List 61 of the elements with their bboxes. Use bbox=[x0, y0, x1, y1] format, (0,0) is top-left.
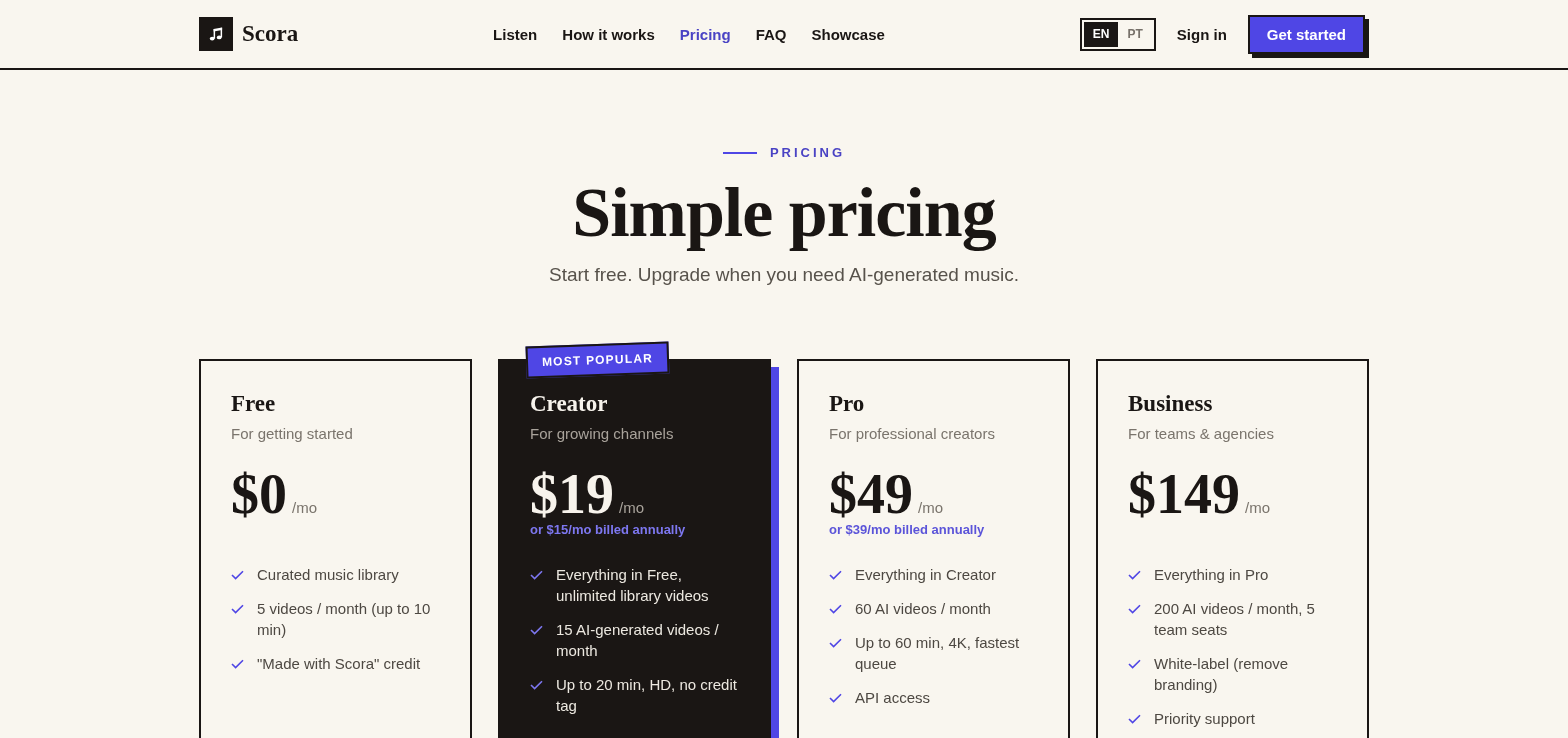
check-icon bbox=[1128, 659, 1141, 669]
plan-name: Pro bbox=[829, 391, 866, 417]
billing-period: /mo bbox=[619, 499, 644, 516]
nav-link[interactable]: FAQ bbox=[755, 25, 787, 43]
plan-price: $19 bbox=[530, 468, 614, 520]
billing-period: /mo bbox=[1245, 499, 1270, 516]
feature-text: Curated music library bbox=[257, 565, 399, 585]
check-icon bbox=[530, 680, 543, 690]
check-icon bbox=[1128, 604, 1141, 614]
plan-tagline: For teams & agencies bbox=[1128, 424, 1275, 444]
annual-price-note: or $39/mo billed annually bbox=[829, 521, 986, 539]
nav-link[interactable]: Showcase bbox=[811, 25, 885, 43]
plan-price: $0 bbox=[231, 468, 287, 520]
nav-link[interactable]: How it works bbox=[562, 25, 655, 43]
language-option[interactable]: EN bbox=[1083, 21, 1119, 47]
check-icon bbox=[1128, 570, 1141, 580]
accent-line bbox=[722, 152, 757, 154]
plan-tagline: For professional creators bbox=[829, 424, 996, 444]
feature-text: 5 videos / month (up to 10 min) bbox=[257, 599, 432, 640]
feature-text: "Made with Scora" credit bbox=[257, 654, 421, 674]
plan-price: $149 bbox=[1128, 468, 1240, 520]
feature-text: Everything in Creator bbox=[855, 565, 996, 585]
page-title: Simple pricing bbox=[571, 177, 997, 249]
feature-text: Up to 20 min, HD, no credit tag bbox=[556, 675, 738, 716]
billing-period: /mo bbox=[292, 499, 317, 516]
feature-text: 15 AI-generated videos / month bbox=[556, 620, 720, 661]
check-icon bbox=[530, 570, 543, 580]
plan-name: Free bbox=[231, 391, 277, 417]
sign-in-link[interactable]: Sign in bbox=[1176, 25, 1227, 43]
plan-tagline: For getting started bbox=[231, 424, 354, 444]
feature-text: 60 AI videos / month bbox=[855, 599, 991, 619]
feature-text: Up to 60 min, 4K, fastest queue bbox=[855, 633, 1021, 674]
feature-text: API access bbox=[855, 688, 931, 708]
popular-badge: MOST POPULAR bbox=[525, 341, 670, 379]
annual-price-note: or $15/mo billed annually bbox=[530, 521, 687, 539]
check-icon bbox=[829, 693, 842, 703]
check-icon bbox=[231, 570, 244, 580]
music-note-icon[interactable] bbox=[199, 17, 233, 51]
plan-price: $49 bbox=[829, 468, 913, 520]
section-label: PRICING bbox=[769, 145, 846, 161]
feature-text: 200 AI videos / month, 5 team seats bbox=[1154, 599, 1316, 640]
plan-name: Creator bbox=[530, 391, 609, 417]
feature-text: White-label (remove branding) bbox=[1154, 654, 1290, 695]
feature-text: Everything in Pro bbox=[1154, 565, 1269, 585]
check-icon bbox=[231, 659, 244, 669]
plan-tagline: For growing channels bbox=[530, 424, 675, 444]
language-option[interactable]: PT bbox=[1118, 21, 1152, 47]
check-icon bbox=[231, 604, 244, 614]
nav-link[interactable]: Pricing bbox=[679, 25, 731, 43]
plan-name: Business bbox=[1128, 391, 1214, 417]
check-icon bbox=[829, 570, 842, 580]
check-icon bbox=[829, 604, 842, 614]
feature-text: Everything in Free, unlimited library videos bbox=[556, 565, 710, 606]
billing-period: /mo bbox=[918, 499, 943, 516]
check-icon bbox=[1128, 714, 1141, 724]
check-icon bbox=[530, 625, 543, 635]
brand-name[interactable]: Scora bbox=[242, 21, 299, 47]
feature-text: Priority support bbox=[1154, 709, 1255, 729]
page-subtitle: Start free. Upgrade when you need AI-generated music. bbox=[548, 263, 1020, 287]
check-icon bbox=[829, 638, 842, 648]
nav-link[interactable]: Listen bbox=[493, 25, 538, 43]
